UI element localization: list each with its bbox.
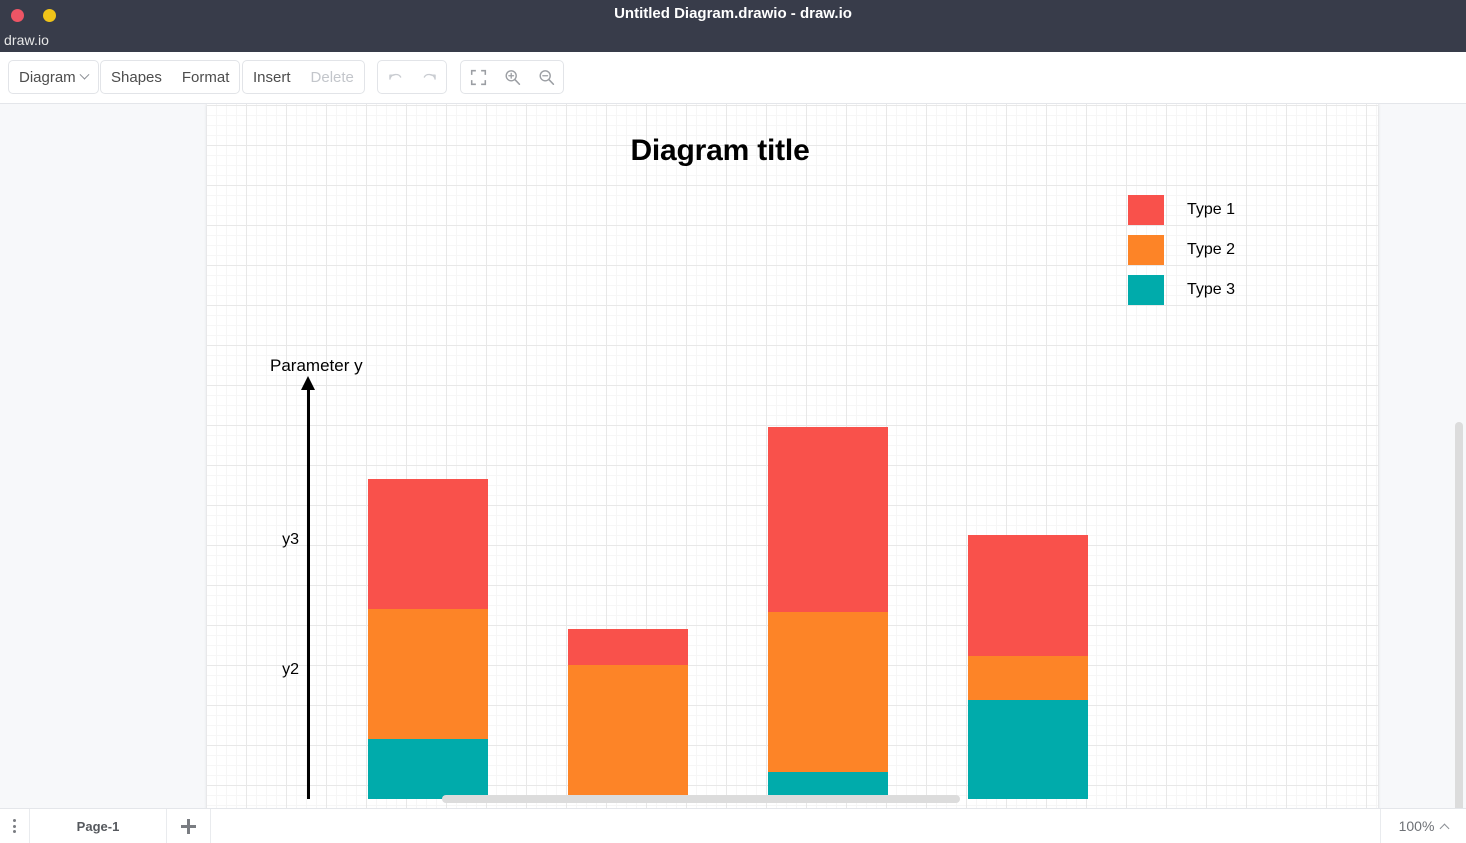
fit-page-button[interactable] [461,61,495,93]
diagram-dropdown-label: Diagram [19,68,76,86]
legend-label: Type 1 [1187,201,1236,218]
legend-swatch [1128,275,1164,305]
stacked-bar [968,104,1088,808]
y-tick-label-y2[interactable]: y2 [259,661,299,679]
add-page-button[interactable] [167,809,211,843]
bar-segment[interactable] [568,665,688,799]
undo-button[interactable] [378,61,412,93]
pages-menu-button[interactable] [0,809,30,843]
page-tab-page-1[interactable]: Page-1 [30,809,167,843]
vertical-dots-icon [13,819,16,833]
legend-swatch [1128,195,1164,225]
chevron-up-icon [1439,823,1450,833]
legend-item[interactable]: Type 1 [1128,190,1235,230]
format-button[interactable]: Format [172,61,240,93]
zoom-level-control[interactable]: 100% [1380,809,1466,843]
status-bar: Page-1 100% [0,808,1466,843]
legend-item[interactable]: Type 2 [1128,230,1235,270]
bar-segment[interactable] [968,535,1088,656]
chart-legend: Type 1 Type 2 Type 3 [1128,190,1235,310]
diagram-dropdown-button[interactable]: Diagram [9,61,98,93]
stacked-bar [368,104,488,808]
fit-page-icon [470,69,486,85]
horizontal-scrollbar[interactable] [442,795,960,803]
insert-button[interactable]: Insert [243,61,301,93]
legend-item[interactable]: Type 3 [1128,270,1235,310]
bar-segment[interactable] [368,479,488,609]
stacked-bar [768,104,888,808]
diagram-menu-group: Diagram [8,60,99,94]
zoom-out-icon [539,69,554,85]
window-titlebar: draw.io Untitled Diagram.drawio - draw.i… [0,0,1466,52]
bar-segment[interactable] [968,700,1088,799]
y-axis-title[interactable]: Parameter y [270,356,363,376]
shapes-format-group: Shapes Format [100,60,241,94]
legend-label: Type 2 [1187,241,1236,258]
main-toolbar: Diagram Shapes Format Insert Delete [0,52,1466,104]
redo-icon [423,73,436,80]
app-name-label: draw.io [4,32,50,48]
redo-button[interactable] [412,61,446,93]
bar-segment[interactable] [768,427,888,612]
bar-segment[interactable] [768,612,888,772]
insert-delete-group: Insert Delete [242,60,365,94]
bar-segment[interactable] [968,656,1088,700]
window-title: Untitled Diagram.drawio - draw.io [614,5,852,22]
bar-segment[interactable] [368,609,488,739]
vertical-scrollbar[interactable] [1455,422,1463,808]
status-bar-spacer [211,809,1380,843]
diagram-page[interactable]: Diagram title Type 1 Type 2 Type 3 Paramet… [207,104,1378,808]
history-group [377,60,447,94]
stacked-bar [568,104,688,808]
view-group [460,60,564,94]
bar-segment[interactable] [568,629,688,665]
legend-swatch [1128,235,1164,265]
y-tick-label-y3[interactable]: y3 [259,531,299,549]
undo-icon [388,73,401,80]
chevron-down-icon [79,69,90,80]
zoom-level-label: 100% [1398,818,1435,834]
legend-label: Type 3 [1187,281,1236,298]
zoom-in-icon [505,69,520,85]
zoom-in-button[interactable] [495,61,529,93]
shapes-button[interactable]: Shapes [101,61,172,93]
bar-segment[interactable] [368,739,488,799]
zoom-out-button[interactable] [529,61,563,93]
plus-icon [181,818,196,834]
delete-button: Delete [301,61,364,93]
diagram-canvas[interactable]: Diagram title Type 1 Type 2 Type 3 Paramet… [0,104,1466,808]
y-axis-line[interactable] [307,387,310,799]
